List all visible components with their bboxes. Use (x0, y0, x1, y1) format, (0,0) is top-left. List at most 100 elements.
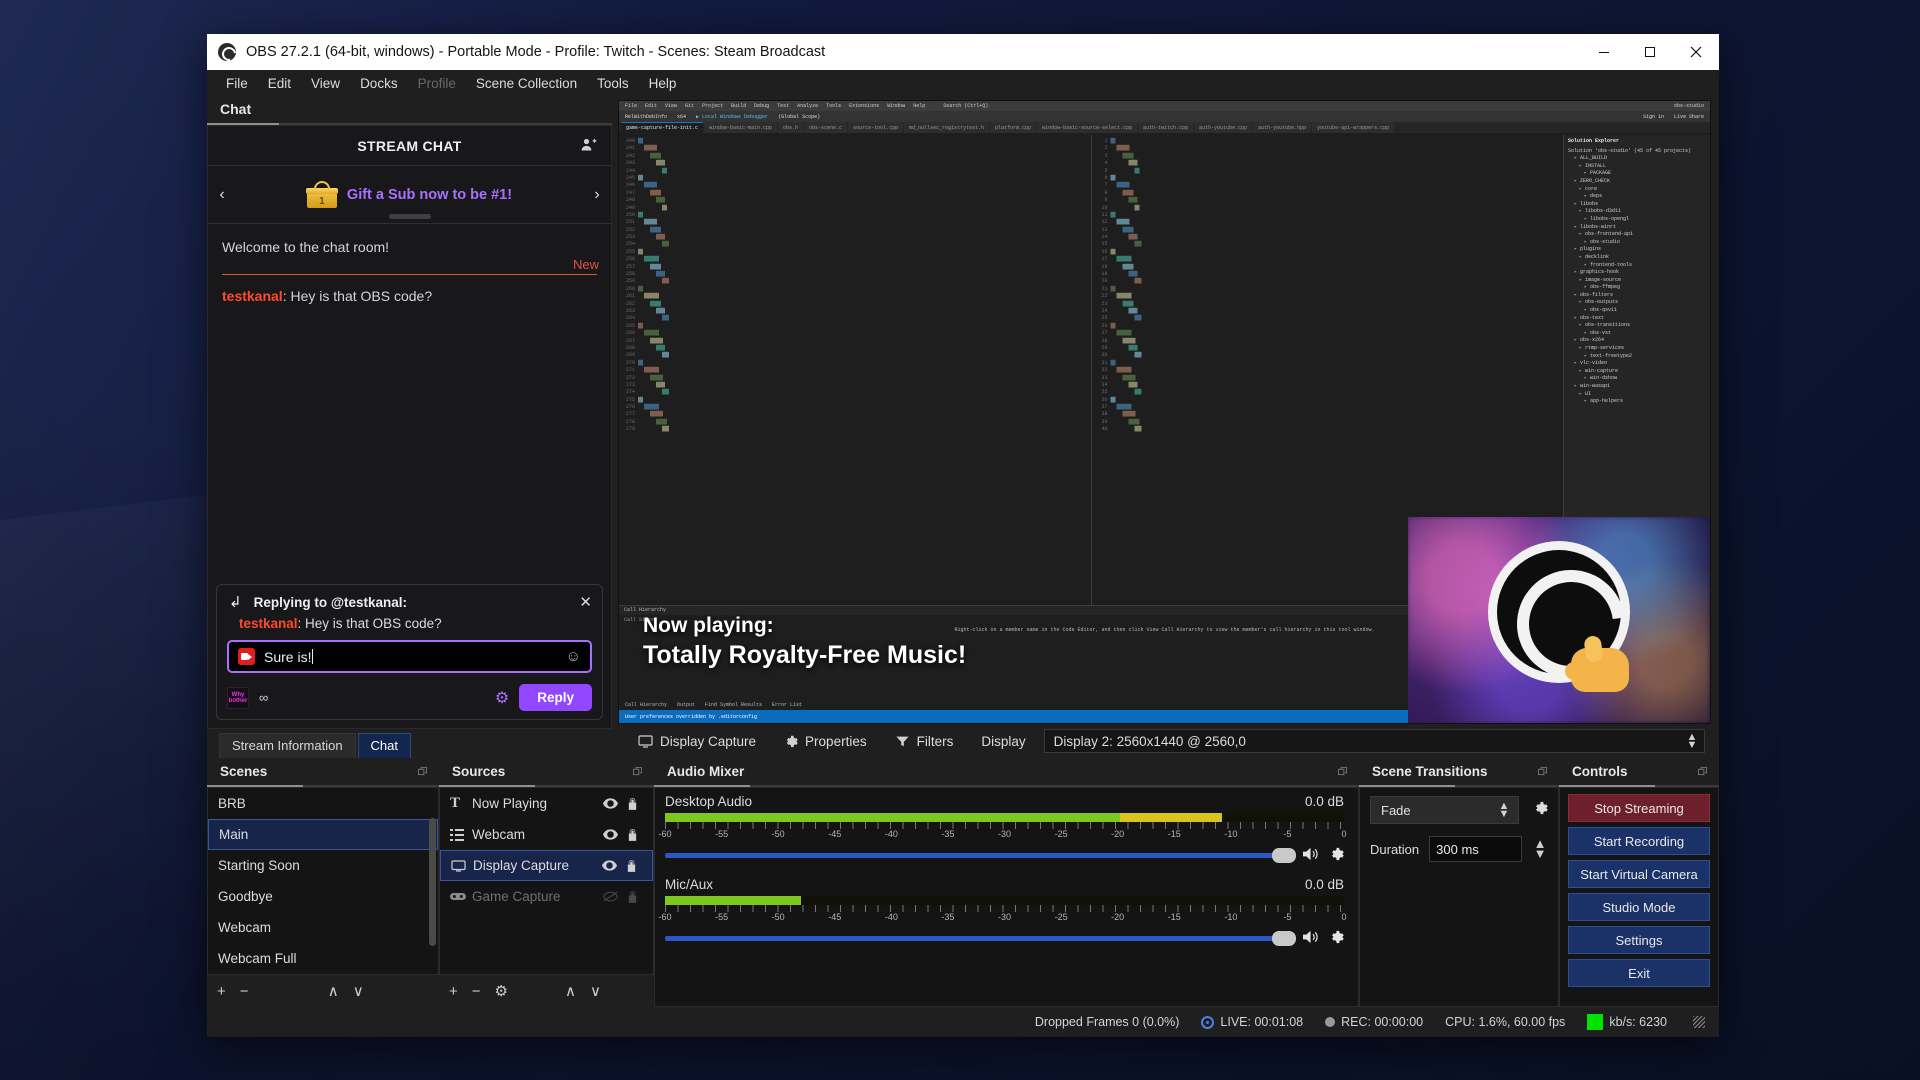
mixer-settings-gear-icon[interactable] (1329, 846, 1344, 865)
solution-explorer-item[interactable]: ▸ obs-qsv11 (1568, 307, 1706, 315)
ide-tab[interactable]: youtube-api-wrappers.cpp (1312, 122, 1395, 133)
mute-icon[interactable] (1303, 847, 1320, 865)
menu-view[interactable]: View (302, 73, 349, 94)
solution-explorer-item[interactable]: ▸ app-helpers (1568, 398, 1706, 406)
transition-select[interactable]: Fade ▲ ▼ (1370, 796, 1519, 824)
solution-explorer-item[interactable]: ▸ libobs-d3d11 (1568, 208, 1706, 216)
ide-tab[interactable]: md_nullsec_registrytest.h (904, 122, 990, 133)
gift-sub-promo[interactable]: ‹ 1 Gift a Sub now to be #1! › (208, 166, 611, 224)
solution-explorer-item[interactable]: ▸ win-wasapi (1568, 383, 1706, 391)
move-source-down-button[interactable]: ∨ (590, 982, 601, 1000)
solution-explorer-item[interactable]: ▸ INSTALL (1568, 163, 1706, 171)
scene-item-starting-soon[interactable]: Starting Soon (208, 850, 438, 881)
tab-stream-information[interactable]: Stream Information (219, 733, 356, 758)
solution-explorer-item[interactable]: ▸ obs-studio (1568, 239, 1706, 247)
source-lock-toggle[interactable] (621, 890, 643, 903)
ide-tab[interactable]: obs-scene.c (804, 122, 848, 133)
remove-scene-button[interactable]: − (240, 983, 249, 1000)
solution-explorer-item[interactable]: ▸ PACKAGE (1568, 170, 1706, 178)
source-item-display-capture[interactable]: Display Capture (440, 850, 653, 881)
ide-tab[interactable]: auth-youtube.cpp (1194, 122, 1253, 133)
cancel-reply-button[interactable]: ✕ (579, 595, 592, 610)
solution-explorer-item[interactable]: ▸ obs-outputs (1568, 299, 1706, 307)
solution-explorer-item[interactable]: ▸ win-dshow (1568, 375, 1706, 383)
resize-grip[interactable] (1693, 1016, 1705, 1028)
move-scene-up-button[interactable]: ∧ (328, 982, 339, 1000)
solution-explorer-item[interactable]: ▸ obs-frontend-api (1568, 231, 1706, 239)
solution-explorer-item[interactable]: ▸ obs-ffmpeg (1568, 284, 1706, 292)
mute-icon[interactable] (1303, 930, 1320, 948)
ide-tab[interactable]: window-basic-main.cpp (704, 122, 778, 133)
solution-explorer-item[interactable]: ▸ vlc-video (1568, 360, 1706, 368)
ide-tab[interactable]: window-basic-source-select.cpp (1037, 122, 1138, 133)
source-properties-button[interactable]: ⚙ (495, 982, 508, 1000)
source-item-webcam[interactable]: Webcam (440, 819, 653, 850)
mixer-volume-slider[interactable] (665, 848, 1296, 863)
ide-tab[interactable]: game-capture-file-init.c (621, 122, 704, 133)
tab-chat[interactable]: Chat (357, 733, 412, 758)
mixer-float-icon[interactable] (1338, 764, 1347, 779)
ide-tab[interactable]: source-tool.cpp (848, 122, 904, 133)
audio-mixer-body[interactable]: Desktop Audio 0.0 dB -60 -55 -50 -45 -40 -35-… (654, 787, 1359, 1007)
scene-item-webcam[interactable]: Webcam (208, 912, 438, 943)
source-visibility-toggle[interactable] (598, 860, 620, 871)
scenes-list[interactable]: BRB Main Starting Soon Goodbye Webcam We… (207, 787, 439, 975)
properties-button[interactable]: Properties (770, 734, 881, 749)
display-select[interactable]: Display 2: 2560x1440 @ 2560,0 ▲ ▼ (1043, 729, 1705, 753)
solution-explorer-item[interactable]: ▸ obs-vst (1568, 330, 1706, 338)
solution-explorer-item[interactable]: ▸ frontend-tools (1568, 262, 1706, 270)
menu-file[interactable]: File (217, 73, 257, 94)
ide-tab[interactable]: platform.cpp (990, 122, 1037, 133)
menu-edit[interactable]: Edit (259, 73, 300, 94)
menu-help[interactable]: Help (640, 73, 686, 94)
mixer-volume-slider[interactable] (665, 931, 1296, 946)
chat-message-list[interactable]: Welcome to the chat room! New testkanal:… (208, 224, 611, 584)
scenes-scrollbar-thumb[interactable] (429, 818, 436, 946)
source-item-now-playing[interactable]: T Now Playing (440, 788, 653, 819)
stop-streaming-button[interactable]: Stop Streaming (1568, 794, 1710, 822)
solution-explorer-item[interactable]: ▸ deps (1568, 193, 1706, 201)
solution-explorer-item[interactable]: ▸ obs-text (1568, 315, 1706, 323)
maximize-button[interactable] (1627, 34, 1673, 70)
remove-source-button[interactable]: − (472, 983, 481, 1000)
solution-explorer-item[interactable]: ▸ libobs-winrt (1568, 224, 1706, 232)
minimize-button[interactable] (1581, 34, 1627, 70)
menu-tools[interactable]: Tools (588, 73, 638, 94)
source-visibility-toggle[interactable] (599, 798, 621, 809)
studio-mode-button[interactable]: Studio Mode (1568, 893, 1710, 921)
solution-explorer-item[interactable]: ▸ obs-x264 (1568, 337, 1706, 345)
promo-next-arrow[interactable]: › (583, 186, 611, 204)
community-icon[interactable] (581, 137, 597, 154)
start-recording-button[interactable]: Start Recording (1568, 827, 1710, 855)
solution-explorer-item[interactable]: ▸ graphics-hook (1568, 269, 1706, 277)
transitions-float-icon[interactable] (1538, 764, 1547, 779)
source-visibility-toggle[interactable] (599, 891, 621, 902)
source-visibility-toggle[interactable] (599, 829, 621, 840)
add-scene-button[interactable]: + (217, 983, 226, 1000)
scene-preview[interactable]: File Edit View Git Project Build Debug Test An… (618, 100, 1711, 724)
solution-explorer-item[interactable]: ▸ image-source (1568, 277, 1706, 285)
solution-explorer-item[interactable]: ▸ core (1568, 186, 1706, 194)
chat-settings-gear-icon[interactable]: ⚙ (495, 688, 509, 708)
sources-list[interactable]: T Now Playing Webcam Display Capture Gam… (439, 787, 654, 975)
solution-explorer-item[interactable]: ▸ win-capture (1568, 368, 1706, 376)
chat-message-author[interactable]: testkanal (222, 288, 283, 304)
solution-explorer-item[interactable]: ▸ rtmp-services (1568, 345, 1706, 353)
ide-tab[interactable]: obs.h (778, 122, 804, 133)
reply-button[interactable]: Reply (519, 684, 592, 711)
transition-select-spinner[interactable]: ▲ ▼ (1496, 800, 1512, 820)
filters-button[interactable]: Filters (881, 734, 968, 749)
exit-button[interactable]: Exit (1568, 959, 1710, 987)
transition-duration-input[interactable]: 300 ms (1429, 836, 1522, 862)
solution-explorer-item[interactable]: ▸ UI (1568, 391, 1706, 399)
scene-item-main[interactable]: Main (208, 819, 438, 850)
move-source-up-button[interactable]: ∧ (565, 982, 576, 1000)
scene-item-webcam-full[interactable]: Webcam Full (208, 943, 438, 974)
scene-item-brb[interactable]: BRB (208, 788, 438, 819)
source-lock-toggle[interactable] (621, 828, 643, 841)
chat-input-box[interactable]: Sure is! ☺ (227, 640, 592, 673)
display-select-spinner[interactable]: ▲ ▼ (1684, 731, 1700, 751)
solution-explorer-item[interactable]: ▸ obs-transitions (1568, 322, 1706, 330)
source-item-game-capture[interactable]: Game Capture (440, 881, 653, 912)
promo-prev-arrow[interactable]: ‹ (208, 186, 236, 204)
